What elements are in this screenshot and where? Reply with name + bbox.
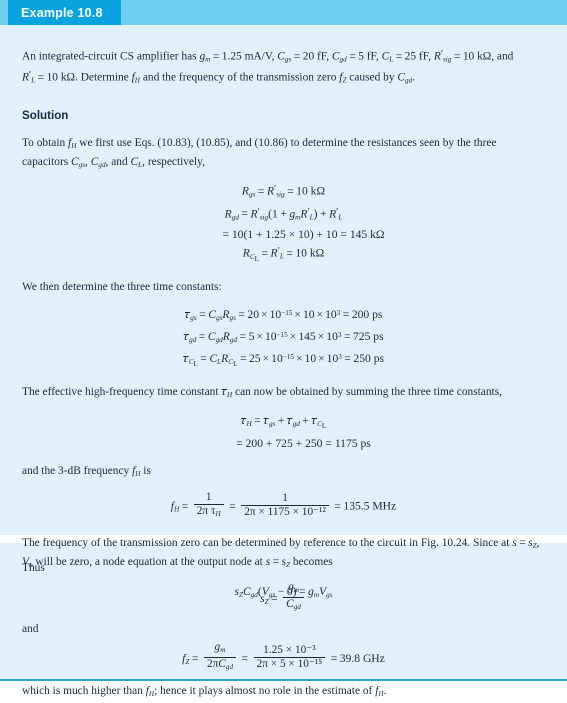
sz-denominator: Cgd bbox=[286, 597, 301, 611]
fh-numerator-2: 1 bbox=[241, 492, 329, 507]
problem-text-caused: caused by bbox=[346, 71, 398, 84]
tau-gd-result: 725 ps bbox=[353, 330, 384, 344]
equation-fz: fZ = gm 2πCgd = 1.25 × 10⁻³ 2π × 5 × 10⁻¹⁵ = 39.… bbox=[22, 641, 545, 676]
zero-text-b: will be zero, a node equation at the out… bbox=[32, 555, 266, 568]
equation-rgd-numeric: = 10(1 + 1.25 × 10) + 10 = 145 kΩ bbox=[222, 228, 385, 242]
fh-intro-a: and the 3-dB frequency bbox=[22, 464, 133, 477]
fh-equation-block: fH = 1 2π τH = 1 2π × 1175 × 10⁻¹² = 135.5 MHz bbox=[22, 491, 545, 522]
tau-h-equations: 𝜏H = 𝜏gs + 𝜏gd + 𝜏CL = 200 + 725 + 250 = 1175 … bbox=[22, 412, 545, 452]
sz-numerator: gm bbox=[283, 581, 304, 598]
fz-result: 39.8 GHz bbox=[339, 652, 385, 666]
closing-text-c: . bbox=[383, 685, 387, 698]
example-header-band: Example 10.8 bbox=[0, 0, 567, 25]
problem-text-lead: An integrated-circuit CS amplifier has bbox=[22, 50, 200, 63]
intro-text-d: , respectively, bbox=[142, 155, 205, 168]
rcl-value: 10 kΩ bbox=[295, 246, 325, 260]
intro-text-c: , and bbox=[105, 155, 131, 168]
problem-text-determine: Determine bbox=[80, 71, 132, 84]
example-number-tab: Example 10.8 bbox=[8, 0, 121, 25]
tau-gs-result: 200 ps bbox=[351, 308, 383, 322]
zero-text-c: becomes bbox=[290, 555, 333, 568]
fz-denominator-symbolic: 2πCgd bbox=[206, 658, 234, 672]
closing-text-a: which is much higher than bbox=[22, 685, 146, 698]
fz-numerator-numeric: 1.25 × 10⁻³ bbox=[253, 644, 326, 659]
equation-tau-gs: 𝜏gs = CgsRgs = 20 × 10−15 × 10 × 103 = 200 ps bbox=[184, 308, 383, 323]
equation-fh: fH = 1 2π τH = 1 2π × 1175 × 10⁻¹² = 135.5 MHz bbox=[22, 491, 545, 522]
intro-text-a: To obtain bbox=[22, 137, 69, 150]
fh-denominator-numeric: 2π × 1175 × 10⁻¹² bbox=[244, 506, 326, 519]
closing-text-b: ; hence it plays almost no role in the e… bbox=[154, 685, 376, 698]
fh-result: 135.5 MHz bbox=[343, 499, 397, 513]
fz-denominator-numeric: 2π × 5 × 10⁻¹⁵ bbox=[256, 658, 323, 671]
resistance-equations: Rgs = R′sig = 10 kΩ Rgd = R′sig(1 + gmR′L) + R′L =… bbox=[22, 181, 545, 268]
tau-h-intro-b: can now be obtained by summing the three… bbox=[232, 386, 503, 399]
example-body-panel-top: An integrated-circuit CS amplifier has g… bbox=[0, 25, 567, 599]
cl-value: 25 fF bbox=[404, 50, 429, 63]
sz-fraction: gm Cgd bbox=[283, 581, 304, 614]
fh-fraction-symbolic: 1 2π τH bbox=[193, 491, 224, 521]
sz-equation-block: sZ = gm Cgd bbox=[22, 581, 545, 616]
fh-denominator-symbolic: 2π τH bbox=[196, 504, 221, 518]
and-label: and bbox=[22, 622, 39, 635]
zero-text-a: The frequency of the transmission zero c… bbox=[22, 537, 513, 550]
rl-value: 10 kΩ bbox=[46, 71, 75, 84]
example-number-label: Example 10.8 bbox=[21, 5, 103, 20]
tau-gs-r: 10 bbox=[302, 308, 315, 322]
equation-tau-cl: 𝜏CL = CLRCL = 25 × 10−15 × 10 × 103 = 250 ps bbox=[182, 352, 385, 369]
tau-gs-c: 20 bbox=[247, 308, 260, 322]
equation-sz: sZ = gm Cgd bbox=[22, 581, 545, 616]
fz-numerator-symbolic: gm bbox=[203, 641, 237, 659]
tau-cl-result: 250 ps bbox=[353, 352, 385, 366]
equation-tau-h-numeric: = 200 + 725 + 250 = 1175 ps bbox=[236, 436, 371, 450]
fh-intro-b: is bbox=[140, 464, 151, 477]
fz-fraction-numeric: 1.25 × 10⁻³ 2π × 5 × 10⁻¹⁵ bbox=[253, 644, 326, 671]
fh-den1-text: 2π τ bbox=[196, 504, 216, 517]
tau-gd-r: 145 bbox=[298, 330, 316, 344]
fh-fraction-numeric: 1 2π × 1175 × 10⁻¹² bbox=[241, 492, 329, 519]
tau-h-intro-paragraph: The effective high-frequency time consta… bbox=[22, 386, 503, 400]
equation-tau-h: 𝜏H = 𝜏gs + 𝜏gd + 𝜏CL bbox=[240, 413, 327, 430]
fh-numerator: 1 bbox=[193, 491, 224, 505]
equation-rgs: Rgs = R′sig = 10 kΩ bbox=[241, 184, 326, 199]
solution-intro-paragraph: To obtain fH we first use Eqs. (10.83), … bbox=[22, 137, 497, 169]
problem-statement: An integrated-circuit CS amplifier has g… bbox=[22, 49, 514, 85]
rgs-value: 10 kΩ bbox=[296, 184, 326, 198]
fz-equation-block: fZ = gm 2πCgd = 1.25 × 10⁻³ 2π × 5 × 10⁻¹⁵ = 39.… bbox=[22, 641, 545, 676]
cgs-value: 20 fF bbox=[302, 50, 327, 63]
problem-text-andfreq: and the frequency of the transmission ze… bbox=[140, 71, 340, 84]
time-constant-equations: 𝜏gs = CgsRgs = 20 × 10−15 × 10 × 103 = 200 ps 𝜏gd = Cg… bbox=[22, 305, 545, 373]
fh-intro-paragraph: and the 3-dB frequency fH is bbox=[22, 464, 151, 478]
equation-rcl: RCL = R′L = 10 kΩ bbox=[242, 246, 325, 263]
tau-cl-r: 10 bbox=[304, 352, 317, 366]
tau-h-intro-a: The effective high-frequency time consta… bbox=[22, 386, 222, 399]
tau-cl-c: 25 bbox=[249, 352, 261, 366]
cgd-value: 5 fF bbox=[358, 50, 376, 63]
equation-rgd: Rgd = R′sig(1 + gmR′L) + R′L bbox=[224, 206, 343, 222]
time-constants-intro: We then determine the three time constan… bbox=[22, 280, 222, 293]
equation-tau-gd: 𝜏gd = CgdRgd = 5 × 10−15 × 145 × 103 = 725 ps bbox=[183, 330, 384, 345]
gm-value: 1.25 mA/V bbox=[221, 50, 272, 63]
rsig-value: 10 kΩ bbox=[462, 50, 492, 63]
solution-heading: Solution bbox=[22, 109, 69, 123]
fz-fraction-symbolic: gm 2πCgd bbox=[203, 641, 237, 674]
